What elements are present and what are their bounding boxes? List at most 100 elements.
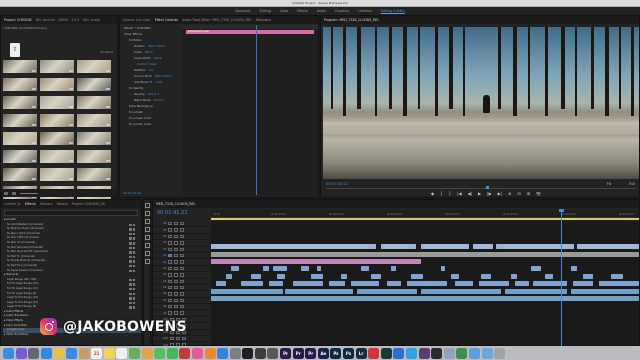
after-effects-icon[interactable]: Ae (317, 347, 329, 359)
mic-icon[interactable] (180, 298, 185, 303)
timeline-clip[interactable] (421, 244, 469, 250)
skype-icon[interactable] (406, 347, 417, 359)
timeline-clip[interactable] (599, 281, 639, 287)
clip-thumbnail[interactable] (40, 150, 74, 163)
timeline-clip[interactable] (273, 266, 287, 272)
effect-property-value[interactable]: 100.0 (145, 50, 153, 54)
transport-button[interactable]: { (440, 191, 443, 197)
effect-playhead[interactable] (256, 25, 257, 195)
effects-search-input[interactable] (4, 210, 138, 216)
timeline-clip[interactable] (211, 244, 376, 250)
track-lock-icon[interactable] (168, 241, 173, 245)
maps-icon[interactable] (128, 347, 140, 359)
clip-thumbnail[interactable] (40, 168, 74, 181)
slack-icon[interactable] (418, 347, 430, 359)
resolution-select[interactable]: Full (629, 182, 635, 186)
terminal-icon[interactable] (431, 347, 443, 359)
track-lock-icon[interactable] (168, 228, 173, 232)
timeline-clip[interactable] (411, 273, 423, 279)
transport-button[interactable]: ◆ (431, 191, 434, 197)
app-store-icon[interactable] (217, 347, 229, 359)
zoom-slider[interactable] (20, 192, 38, 194)
list-view-icon[interactable] (4, 191, 8, 195)
compressor-icon[interactable] (267, 347, 279, 359)
timeline-clip[interactable] (496, 244, 574, 250)
transport-button[interactable]: |▶ (487, 191, 491, 197)
timeline-clip[interactable] (515, 281, 529, 287)
calendar-icon[interactable]: 21 (91, 347, 103, 359)
effect-property-value[interactable]: 0.0 (149, 68, 153, 72)
workspace-tab[interactable]: Libraries (356, 9, 374, 13)
tab-project[interactable]: Project: CHRONIS (4, 18, 32, 22)
eye-icon[interactable] (180, 241, 185, 245)
transport-button[interactable]: ◀| (468, 191, 472, 197)
clip-thumbnail[interactable] (40, 132, 74, 145)
effect-keyframe-area[interactable]: Adjustment Layer (182, 25, 318, 195)
timeline-tracks[interactable] (211, 221, 639, 345)
mail-icon[interactable] (65, 347, 77, 359)
timeline-clip[interactable] (226, 273, 232, 279)
solo-icon[interactable] (174, 285, 179, 290)
timeline-clip[interactable] (211, 296, 639, 301)
eye-icon[interactable] (180, 228, 185, 232)
clip-thumbnail[interactable] (40, 78, 74, 91)
clip-thumbnail[interactable] (3, 132, 37, 145)
pen-tool-icon[interactable] (144, 243, 150, 248)
timeline-clip[interactable] (387, 281, 401, 287)
timeline-clip[interactable] (381, 244, 416, 250)
workspace-tab[interactable]: Graphics (333, 9, 351, 13)
timeline-clip[interactable] (479, 281, 509, 287)
clip-thumbnail[interactable] (40, 114, 74, 127)
clip-thumbnail[interactable] (3, 96, 37, 109)
clip-thumbnail[interactable] (3, 168, 37, 181)
toggle-output-icon[interactable] (174, 222, 179, 226)
timeline-clip[interactable] (361, 266, 369, 272)
solo-icon[interactable] (174, 292, 179, 296)
tab-effects[interactable]: History (57, 202, 68, 206)
mic-icon[interactable] (180, 279, 185, 283)
file-icon[interactable]: ⇪ (10, 43, 20, 57)
effect-property-value[interactable]: 0.00 (156, 80, 162, 84)
tab-program[interactable]: Program: MED_7328_CLOUDS_REL (324, 18, 379, 22)
mute-icon[interactable] (168, 305, 173, 309)
timeline-clip[interactable] (473, 244, 493, 250)
transport-button[interactable]: ⊟ (517, 191, 520, 197)
timeline-clip[interactable] (211, 251, 639, 257)
timeline-clip[interactable] (357, 288, 417, 294)
timeline-clip[interactable] (421, 288, 501, 294)
effect-property-value[interactable]: 960.0 540.0 (148, 44, 165, 48)
ibooks-icon[interactable] (204, 347, 216, 359)
program-scrubber[interactable] (326, 188, 636, 189)
toggle-output-icon[interactable] (174, 234, 179, 239)
siri-icon[interactable] (15, 347, 27, 359)
clip-thumbnail[interactable] (77, 60, 111, 73)
timeline-clip[interactable] (481, 273, 491, 279)
timeline-clip[interactable] (571, 266, 577, 272)
spotify-icon[interactable] (242, 347, 254, 359)
timeline-clip[interactable] (511, 273, 517, 279)
timeline-playhead[interactable] (561, 211, 562, 347)
workspace-tab[interactable]: Audio (315, 9, 328, 13)
timeline-clip[interactable] (317, 266, 321, 272)
timeline-clip[interactable] (311, 273, 323, 279)
launchpad-icon[interactable] (28, 347, 40, 359)
solo-icon[interactable] (174, 279, 179, 283)
eye-icon[interactable] (180, 222, 185, 226)
track-lock-icon[interactable] (168, 234, 173, 239)
workspace-tab[interactable]: Editing (258, 9, 273, 13)
tab-project[interactable]: Bin: Audio (83, 18, 99, 22)
workspace-tab[interactable]: Color (278, 9, 290, 13)
clip-thumbnail[interactable] (3, 150, 37, 163)
mic-icon[interactable] (180, 292, 185, 296)
transport-button[interactable]: ⊞ (527, 191, 530, 197)
timeline-clip[interactable] (571, 288, 639, 294)
timeline-clip[interactable] (391, 266, 396, 272)
track-lock-icon[interactable] (168, 247, 173, 251)
contacts-icon[interactable] (78, 347, 90, 359)
notes-icon[interactable] (103, 347, 115, 359)
timeline-clip[interactable] (301, 266, 309, 272)
tab-effects[interactable]: Markers (40, 202, 53, 206)
timeline-clip[interactable] (545, 273, 553, 279)
ripple-edit-tool-icon[interactable] (144, 219, 150, 224)
premiere-pro-icon[interactable]: Pr (292, 347, 304, 359)
